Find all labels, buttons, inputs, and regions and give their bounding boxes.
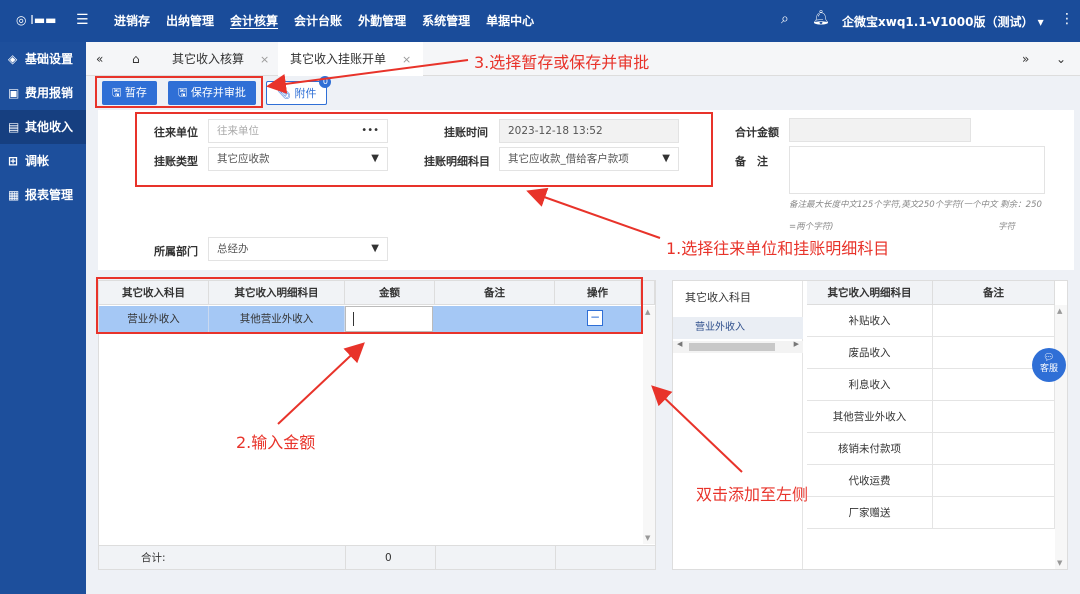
annotation-box-row [96, 277, 643, 334]
annotation-dblclick: 双击添加至左侧 [696, 485, 809, 504]
top-nav: 进销存 出纳管理 会计核算 会计台账 外勤管理 系统管理 单据中心 [106, 0, 542, 42]
chevron-down-icon[interactable]: ⌄ [1056, 42, 1066, 76]
footer-total-amount: 0 [385, 552, 392, 564]
more-vertical-icon[interactable]: ⋮ [1060, 11, 1074, 27]
footer-total-label: 合计: [141, 552, 166, 564]
sidebar-item-expense[interactable]: ▣ 费用报销 [0, 76, 86, 110]
bell-icon[interactable]: 🔔︎ [812, 10, 830, 26]
nav-documents[interactable]: 单据中心 [478, 0, 542, 42]
collapse-left-icon[interactable]: « [96, 42, 103, 76]
annotation-step2: 2.输入金额 [236, 433, 316, 452]
scroll-down-icon[interactable]: ▼ [645, 534, 650, 542]
dept-label: 所属部门 [154, 245, 198, 258]
subject-list: 其它收入科目 营业外收入 ◀ ▶ [673, 281, 803, 569]
list-item-note [933, 465, 1055, 497]
list-item[interactable]: 核销未付款项 [807, 433, 933, 465]
remark-hint-2: =两个字符) [789, 222, 834, 232]
scroll-up-icon[interactable]: ▲ [645, 308, 650, 316]
divider [555, 546, 556, 570]
attachment-button[interactable]: 📎︎ 附件 0 [266, 76, 332, 105]
total-label: 合计金额 [735, 126, 779, 139]
column-header: 备注 [933, 281, 1055, 305]
scroll-right-icon[interactable]: ▶ [794, 340, 799, 348]
nav-accounting[interactable]: 会计核算 [222, 0, 286, 42]
column-header-spacer [641, 281, 655, 305]
layers-icon: ◈ [8, 52, 18, 66]
adjust-icon: ⊞ [8, 154, 19, 168]
top-bar: ◎ I▬▬ ☰ 进销存 出纳管理 会计核算 会计台账 外勤管理 系统管理 单据中… [0, 0, 1080, 42]
remark-label: 备 注 [735, 155, 768, 168]
sidebar-item-other-income[interactable]: ▤ 其他收入 [0, 110, 86, 144]
list-item[interactable]: 利息收入 [807, 369, 933, 401]
remark-hint-3: 字符 [998, 222, 1016, 232]
annotation-step3: 3.选择暂存或保存并审批 [474, 53, 650, 72]
list-item-note [933, 497, 1055, 529]
table-footer: 合计: 0 [99, 545, 655, 570]
total-field [789, 118, 971, 142]
close-icon[interactable]: × [402, 53, 411, 66]
divider [345, 546, 346, 570]
home-icon[interactable]: ⌂ [132, 42, 140, 76]
scroll-thumb[interactable] [689, 343, 775, 351]
nav-system[interactable]: 系统管理 [414, 0, 478, 42]
divider [435, 546, 436, 570]
nav-ledger[interactable]: 会计台账 [286, 0, 350, 42]
tab-other-income-accounting[interactable]: 其它收入核算 × [160, 42, 281, 76]
remark-textarea[interactable] [789, 146, 1045, 194]
nav-cashier[interactable]: 出纳管理 [158, 0, 222, 42]
scroll-left-icon[interactable]: ◀ [677, 340, 682, 348]
sidebar-item-adjust[interactable]: ⊞ 调帐 [0, 144, 86, 178]
search-icon[interactable]: ⌕ [781, 11, 789, 27]
nav-field[interactable]: 外勤管理 [350, 0, 414, 42]
company-selector[interactable]: 企微宝xwq1.1-V1000版（测试） ▾ [842, 13, 1044, 30]
subject-header: 其它收入科目 [685, 291, 751, 304]
report-icon: ▦ [8, 188, 20, 202]
list-item[interactable]: 废品收入 [807, 337, 933, 369]
paperclip-icon: 📎︎ [277, 87, 295, 100]
subject-item-selected[interactable]: 营业外收入 [673, 317, 803, 339]
sidebar-item-reports[interactable]: ▦ 报表管理 [0, 178, 86, 212]
annotation-box-buttons [95, 76, 263, 108]
list-item-note [933, 433, 1055, 465]
annotation-box-form [135, 112, 713, 187]
nav-jxc[interactable]: 进销存 [106, 0, 158, 42]
sidebar: ◈ 基础设置 ▣ 费用报销 ▤ 其他收入 ⊞ 调帐 ▦ 报表管理 [0, 42, 86, 594]
list-item-note [933, 401, 1055, 433]
dept-select[interactable]: 总经办 ▼ [208, 237, 388, 261]
menu-icon[interactable]: ☰ [76, 12, 89, 28]
subject-picker-panel: 其它收入科目 营业外收入 ◀ ▶ 其它收入明细科目 备注 补贴收入 废品收入 利… [672, 280, 1068, 570]
list-item[interactable]: 代收运费 [807, 465, 933, 497]
customer-service-button[interactable]: 💬︎ 客服 [1032, 348, 1066, 382]
scroll-up-icon[interactable]: ▲ [1057, 307, 1062, 315]
list-item[interactable]: 厂家赠送 [807, 497, 933, 529]
close-icon[interactable]: × [260, 53, 269, 66]
scrollbar[interactable]: ▲ ▼ [643, 306, 655, 544]
scroll-down-icon[interactable]: ▼ [1057, 559, 1062, 567]
tab-other-income-charge[interactable]: 其它收入挂账开单 × [278, 42, 424, 76]
scrollbar[interactable]: ▲ ▼ [1055, 305, 1067, 569]
sidebar-item-basic-settings[interactable]: ◈ 基础设置 [0, 42, 86, 76]
caret-down-icon: ▼ [371, 243, 379, 254]
chat-icon: 💬︎ [1043, 353, 1055, 363]
user-menu[interactable]: ◎ I▬▬ [16, 13, 57, 27]
scroll-right-icon[interactable]: » [1022, 42, 1029, 76]
attachment-count-badge: 0 [319, 76, 332, 88]
income-icon: ▤ [8, 120, 20, 134]
column-header: 其它收入明细科目 [807, 281, 933, 305]
list-item[interactable]: 补贴收入 [807, 305, 933, 337]
remark-hint: 备注最大长度中文125个字符,英文250个字符(一个中文 剩余：250 [789, 200, 1042, 210]
list-item[interactable]: 其他营业外收入 [807, 401, 933, 433]
receipt-icon: ▣ [8, 86, 20, 100]
list-item-note [933, 305, 1055, 337]
horizontal-scrollbar[interactable]: ◀ ▶ [673, 340, 803, 353]
annotation-step1: 1.选择往来单位和挂账明细科目 [666, 239, 890, 258]
